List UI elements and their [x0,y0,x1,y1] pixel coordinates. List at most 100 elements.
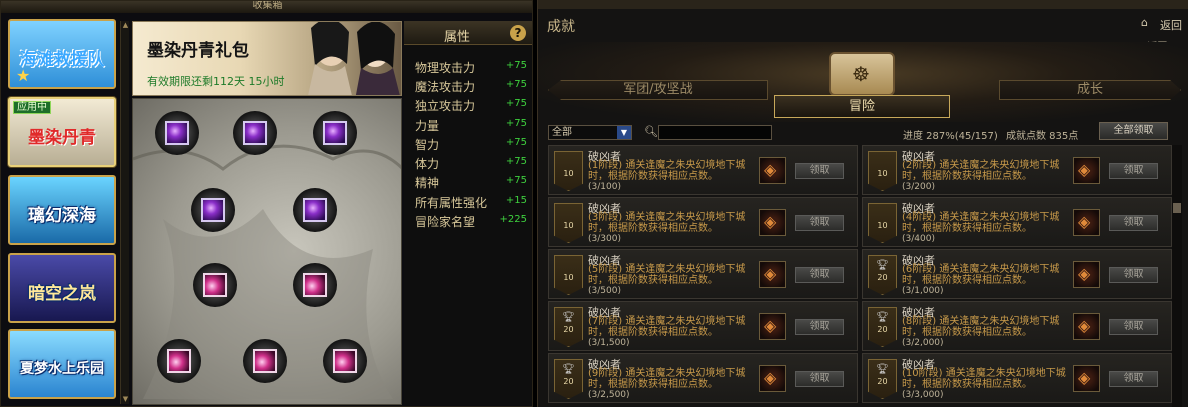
achievement-badge: 🏆︎ 20 [868,307,897,347]
character-portrait-image [308,22,400,95]
reward-icon[interactable] [1073,209,1100,236]
reward-icon[interactable] [1073,365,1100,392]
achievement-badge: 10 [554,151,583,191]
progress-text: 进度 287%(45/157) [903,131,998,142]
claim-button[interactable]: 领取 [795,163,844,179]
achievement-item: 🏆︎ 20 破凶者 (8阶段) 通关逢魔之朱央幻境地下城时，根据阶数获得相应点数。 (3… [862,301,1172,351]
achievement-window-title: 成就 [547,19,575,35]
claim-button[interactable]: 领取 [1109,215,1158,231]
attribute-name: 所有属性强化 [415,196,488,210]
achievement-badge-points: 20 [563,377,574,386]
reward-icon[interactable] [759,365,786,392]
attribute-row: 物理攻击力 +75 [415,59,527,78]
achievement-description: (4阶段) 通关逢魔之朱央幻境地下城时，根据阶数获得相应点数。 [902,212,1060,234]
gem-icon [203,273,227,297]
category-filter-select[interactable]: 全部 ▼ [548,125,632,140]
pink-gem-node[interactable] [193,263,237,307]
achievement-progress: (3/500) [588,286,621,296]
attribute-name: 冒险家名望 [415,215,476,229]
claim-button[interactable]: 领取 [795,319,844,335]
attribute-row: 精神 +75 [415,174,527,193]
reward-icon[interactable] [759,261,786,288]
purple-gem-node[interactable] [155,111,199,155]
scroll-up-icon[interactable]: ▲ [121,21,130,30]
attribute-name: 魔法攻击力 [415,80,476,94]
achievement-item: 10 破凶者 (3阶段) 通关逢魔之朱央幻境地下城时，根据阶数获得相应点数。 (3/3… [548,197,858,247]
claim-button[interactable]: 领取 [795,267,844,283]
attribute-value: +15 [505,195,527,206]
achievement-badge-points: 10 [877,221,888,230]
collection-card-ink-painting[interactable]: 应用中 墨染丹青 [8,97,116,167]
achievement-description: (9阶段) 通关逢魔之朱央幻境地下城时，根据阶数获得相应点数。 [588,368,746,390]
tab-adventure[interactable]: 冒险 [774,95,950,118]
purple-gem-node[interactable] [191,188,235,232]
attribute-name: 体力 [415,157,440,171]
achievement-list-scrollbar[interactable] [1172,145,1182,407]
trophy-icon: 🏆︎ [876,260,889,271]
home-icon[interactable]: ⌂ [1141,16,1148,29]
card-label: 暗空之岚 [28,284,96,304]
tab-growth[interactable]: 成长 [999,80,1181,100]
claim-button[interactable]: 领取 [1109,371,1158,387]
claim-button[interactable]: 领取 [795,371,844,387]
star-icon: ★ [16,66,31,85]
collection-card-dark-sky[interactable]: 暗空之岚 [8,253,116,323]
attribute-row: 冒险家名望 +225 [415,213,527,232]
achievement-badge: 🏆︎ 20 [868,255,897,295]
gem-icon [323,121,347,145]
reward-icon[interactable] [1073,157,1100,184]
achievement-badge: 10 [868,203,897,243]
search-input[interactable] [658,125,772,140]
attribute-row: 独立攻击力 +75 [415,97,527,116]
reward-icon[interactable] [759,157,786,184]
pink-gem-node[interactable] [293,263,337,307]
reward-icon[interactable] [1073,261,1100,288]
achievement-progress: (3/300) [588,234,621,244]
gem-icon [253,349,277,373]
claim-all-button[interactable]: 全部领取 [1099,122,1168,140]
attribute-value: +75 [505,118,527,129]
claim-button[interactable]: 领取 [795,215,844,231]
purple-gem-node[interactable] [293,188,337,232]
claim-button[interactable]: 领取 [1109,319,1158,335]
trophy-icon: 🏆︎ [876,364,889,375]
reward-icon[interactable] [759,313,786,340]
search-icon: 🔍︎ [644,125,658,138]
card-list-scrollbar[interactable]: ▲ ▼ [120,21,129,404]
achievement-description: (6阶段) 通关逢魔之朱央幻境地下城时，根据阶数获得相应点数。 [902,264,1060,286]
collection-card-beach-rescue[interactable]: 海滩救援队 ★ [8,19,116,89]
achievement-window: 成就 ⌂ 返回 ↩返回 军团/攻坚战 成长 冒险 全部 ▼ 🔍︎ 进度 287%… [537,0,1188,407]
pink-gem-node[interactable] [243,339,287,383]
scrollbar-thumb[interactable] [1173,203,1181,213]
gem-icon [303,273,327,297]
claim-button[interactable]: 领取 [1109,267,1158,283]
attribute-value: +75 [505,60,527,71]
reward-icon[interactable] [759,209,786,236]
tab-legion-raid[interactable]: 军团/攻坚战 [548,80,768,100]
scroll-down-icon[interactable]: ▼ [121,395,130,404]
collection-card-summer-water-park[interactable]: 夏梦水上乐园 [8,329,116,399]
collection-window-title: 收集箱 [1,1,532,13]
chevron-down-icon[interactable]: ▼ [617,126,631,139]
reward-icon[interactable] [1073,313,1100,340]
attribute-name: 精神 [415,176,440,190]
pink-gem-node[interactable] [323,339,367,383]
banner-title: 墨染丹青礼包 [147,41,249,61]
achievement-description: (8阶段) 通关逢魔之朱央幻境地下城时，根据阶数获得相应点数。 [902,316,1060,338]
back-link[interactable]: 返回 [1160,17,1182,33]
collection-card-illusion-deep-sea[interactable]: 璃幻深海 [8,175,116,245]
gem-icon [201,198,225,222]
achievement-badge-points: 10 [877,169,888,178]
achievement-progress: (3/3,000) [902,390,944,400]
claim-button[interactable]: 领取 [1109,163,1158,179]
banner-timer: 有效期限还剩112天 15小时 [147,75,285,88]
achievement-points-text: 成就点数 835点 [1006,131,1079,142]
gem-icon [243,121,267,145]
achievement-description: (1阶段) 通关逢魔之朱央幻境地下城时，根据阶数获得相应点数。 [588,160,746,182]
help-icon[interactable]: ? [510,25,526,41]
pink-gem-node[interactable] [157,339,201,383]
purple-gem-node[interactable] [233,111,277,155]
achievement-progress: (3/100) [588,182,621,192]
purple-gem-node[interactable] [313,111,357,155]
attribute-name: 智力 [415,138,440,152]
